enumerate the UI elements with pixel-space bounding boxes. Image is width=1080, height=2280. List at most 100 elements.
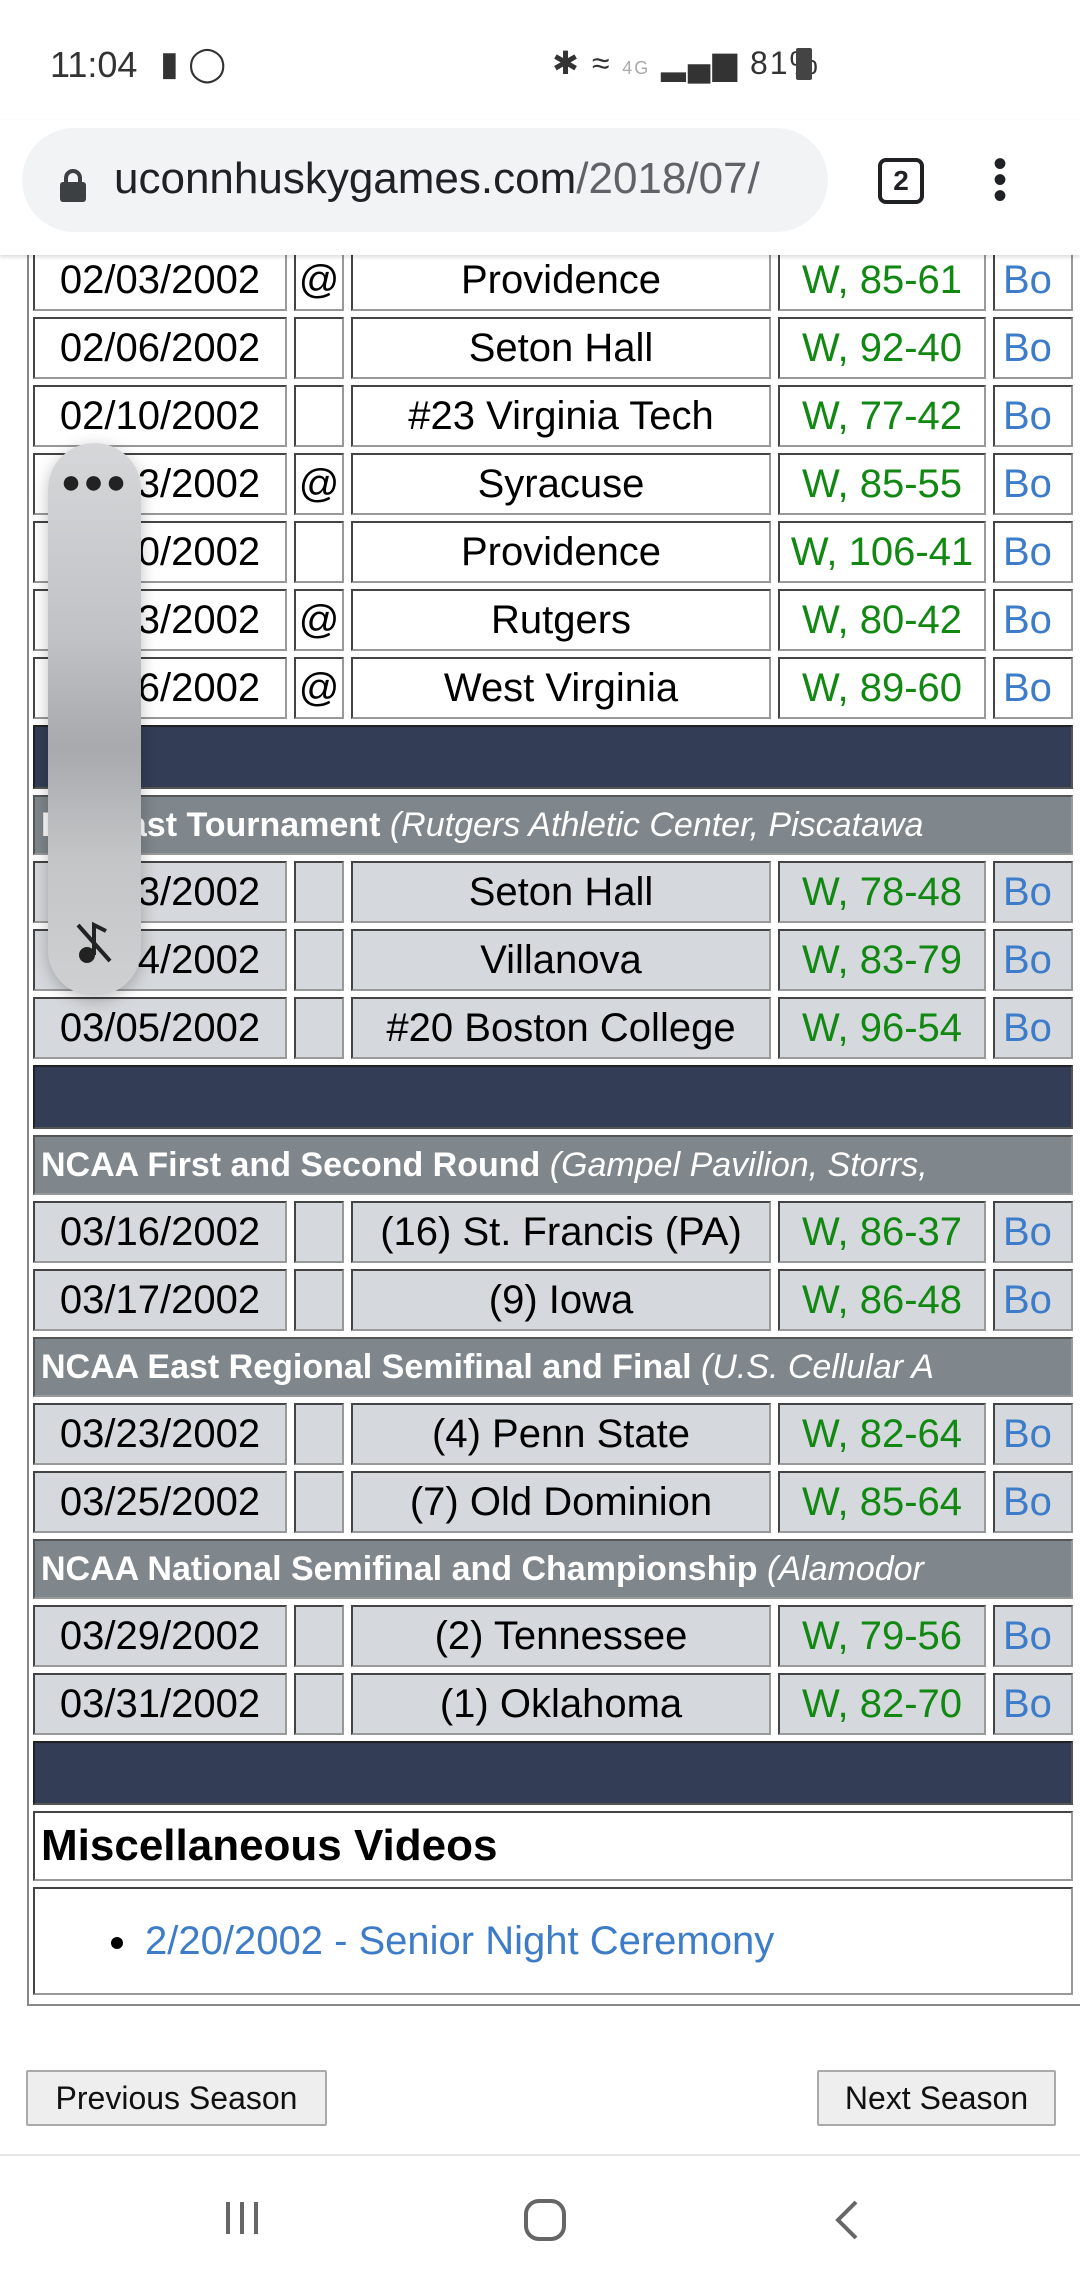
section-divider [33,1741,1073,1805]
section-title: NCAA East Regional Semifinal and Final [41,1347,692,1386]
game-site [294,1201,344,1263]
misc-videos-title: Miscellaneous Videos [33,1811,1073,1881]
opponent: Villanova [351,929,771,991]
signal-icon: ▂▄▆ [661,45,740,81]
section-venue: (Gampel Pavilion, Storrs, [549,1145,928,1184]
more-menu-icon[interactable]: • • • [990,144,1010,216]
box-score-link[interactable]: Bo [993,861,1073,923]
section-header: Big East Tournament (Rutgers Athletic Ce… [33,795,1073,855]
game-row: 02/06/2002 Seton Hall W, 92-40 Bo [33,317,1073,379]
box-score-link[interactable]: Bo [993,1673,1073,1735]
recent-apps-icon[interactable] [222,2198,262,2238]
game-result: W, 82-64 [778,1403,986,1465]
game-site [294,1269,344,1331]
game-result: W, 106-41 [778,521,986,583]
game-result: W, 86-37 [778,1201,986,1263]
status-bar: 11:04 ▮ ◯ ✱ ≈ 4G ▂▄▆ 81% [0,0,1080,120]
home-icon[interactable] [523,2198,567,2242]
opponent: #23 Virginia Tech [351,385,771,447]
box-score-link[interactable]: Bo [993,589,1073,651]
more-options-icon[interactable]: ●●● [48,463,141,502]
opponent: (4) Penn State [351,1403,771,1465]
game-site [294,385,344,447]
opponent: Providence [351,249,771,311]
game-site: @ [294,657,344,719]
box-score-link[interactable]: Bo [993,521,1073,583]
divider-band [33,725,1073,789]
opponent: Rutgers [351,589,771,651]
opponent: (16) St. Francis (PA) [351,1201,771,1263]
message-icon: ▮ [160,45,179,83]
system-icons: ✱ ≈ 4G ▂▄▆ 81% [552,44,820,82]
back-icon[interactable] [832,2198,862,2242]
game-date: 03/16/2002 [33,1201,287,1263]
mute-music-icon[interactable] [74,919,114,965]
section-header-cell: NCAA National Semifinal and Championship… [33,1539,1073,1599]
url-host: uconnhuskygames.com [114,154,577,203]
game-date: 03/25/2002 [33,1471,287,1533]
game-date: 03/29/2002 [33,1605,287,1667]
game-row: 02/13/2002 @ Syracuse W, 85-55 Bo [33,453,1073,515]
section-title: NCAA First and Second Round [41,1145,541,1184]
floating-media-panel[interactable]: ●●● [48,443,141,996]
opponent: #20 Boston College [351,997,771,1059]
game-date: 03/31/2002 [33,1673,287,1735]
game-site [294,861,344,923]
game-result: W, 86-48 [778,1269,986,1331]
box-score-link[interactable]: Bo [993,1403,1073,1465]
game-site [294,317,344,379]
box-score-link[interactable]: Bo [993,249,1073,311]
box-score-link[interactable]: Bo [993,1605,1073,1667]
browser-toolbar: uconnhuskygames.com/2018/07/ 2 • • • [0,120,1080,255]
game-row: 03/23/2002 (4) Penn State W, 82-64 Bo [33,1403,1073,1465]
box-score-link[interactable]: Bo [993,929,1073,991]
game-site [294,1605,344,1667]
game-date: 02/10/2002 [33,385,287,447]
tab-switcher-button[interactable]: 2 [878,158,924,204]
game-row: 03/29/2002 (2) Tennessee W, 79-56 Bo [33,1605,1073,1667]
game-row: 03/17/2002 (9) Iowa W, 86-48 Bo [33,1269,1073,1331]
box-score-link[interactable]: Bo [993,1471,1073,1533]
section-divider [33,725,1073,789]
wifi-icon: ≈ [591,45,612,81]
game-site [294,1403,344,1465]
opponent: (9) Iowa [351,1269,771,1331]
box-score-link[interactable]: Bo [993,385,1073,447]
game-result: W, 89-60 [778,657,986,719]
previous-season-button[interactable]: Previous Season [26,2070,327,2126]
box-score-link[interactable]: Bo [993,317,1073,379]
notification-icons: ▮ ◯ [160,44,226,84]
game-row: 03/16/2002 (16) St. Francis (PA) W, 86-37 B… [33,1201,1073,1263]
schedule-table: 02/03/2002 @ Providence W, 85-61 Bo 02/06/200… [26,243,1080,2001]
next-season-button[interactable]: Next Season [817,2070,1056,2126]
box-score-link[interactable]: Bo [993,453,1073,515]
game-row: 02/23/2002 @ Rutgers W, 80-42 Bo [33,589,1073,651]
section-header-cell: NCAA East Regional Semifinal and Final (… [33,1337,1073,1397]
opponent: Seton Hall [351,861,771,923]
box-score-link[interactable]: Bo [993,1201,1073,1263]
game-result: W, 82-70 [778,1673,986,1735]
video-link[interactable]: 2/20/2002 - Senior Night Ceremony [145,1919,774,1963]
game-date: 03/17/2002 [33,1269,287,1331]
box-score-link[interactable]: Bo [993,1269,1073,1331]
bullet [111,1936,123,1949]
section-title: NCAA National Semifinal and Championship [41,1549,758,1588]
opponent: West Virginia [351,657,771,719]
url-text[interactable]: uconnhuskygames.com/2018/07/ [114,154,814,204]
divider-band [33,1065,1073,1129]
game-site [294,1673,344,1735]
box-score-link[interactable]: Bo [993,657,1073,719]
game-result: W, 80-42 [778,589,986,651]
opponent: Syracuse [351,453,771,515]
android-nav-bar [0,2154,1080,2280]
address-bar[interactable]: uconnhuskygames.com/2018/07/ [22,128,828,232]
game-row: 03/04/2002 Villanova W, 83-79 Bo [33,929,1073,991]
game-row: 02/03/2002 @ Providence W, 85-61 Bo [33,249,1073,311]
box-score-link[interactable]: Bo [993,997,1073,1059]
game-result: W, 96-54 [778,997,986,1059]
section-venue: (Rutgers Athletic Center, Piscatawa [389,805,924,844]
section-venue: (U.S. Cellular A [700,1347,934,1386]
battery-icon [796,48,812,80]
game-result: W, 79-56 [778,1605,986,1667]
game-site [294,1471,344,1533]
